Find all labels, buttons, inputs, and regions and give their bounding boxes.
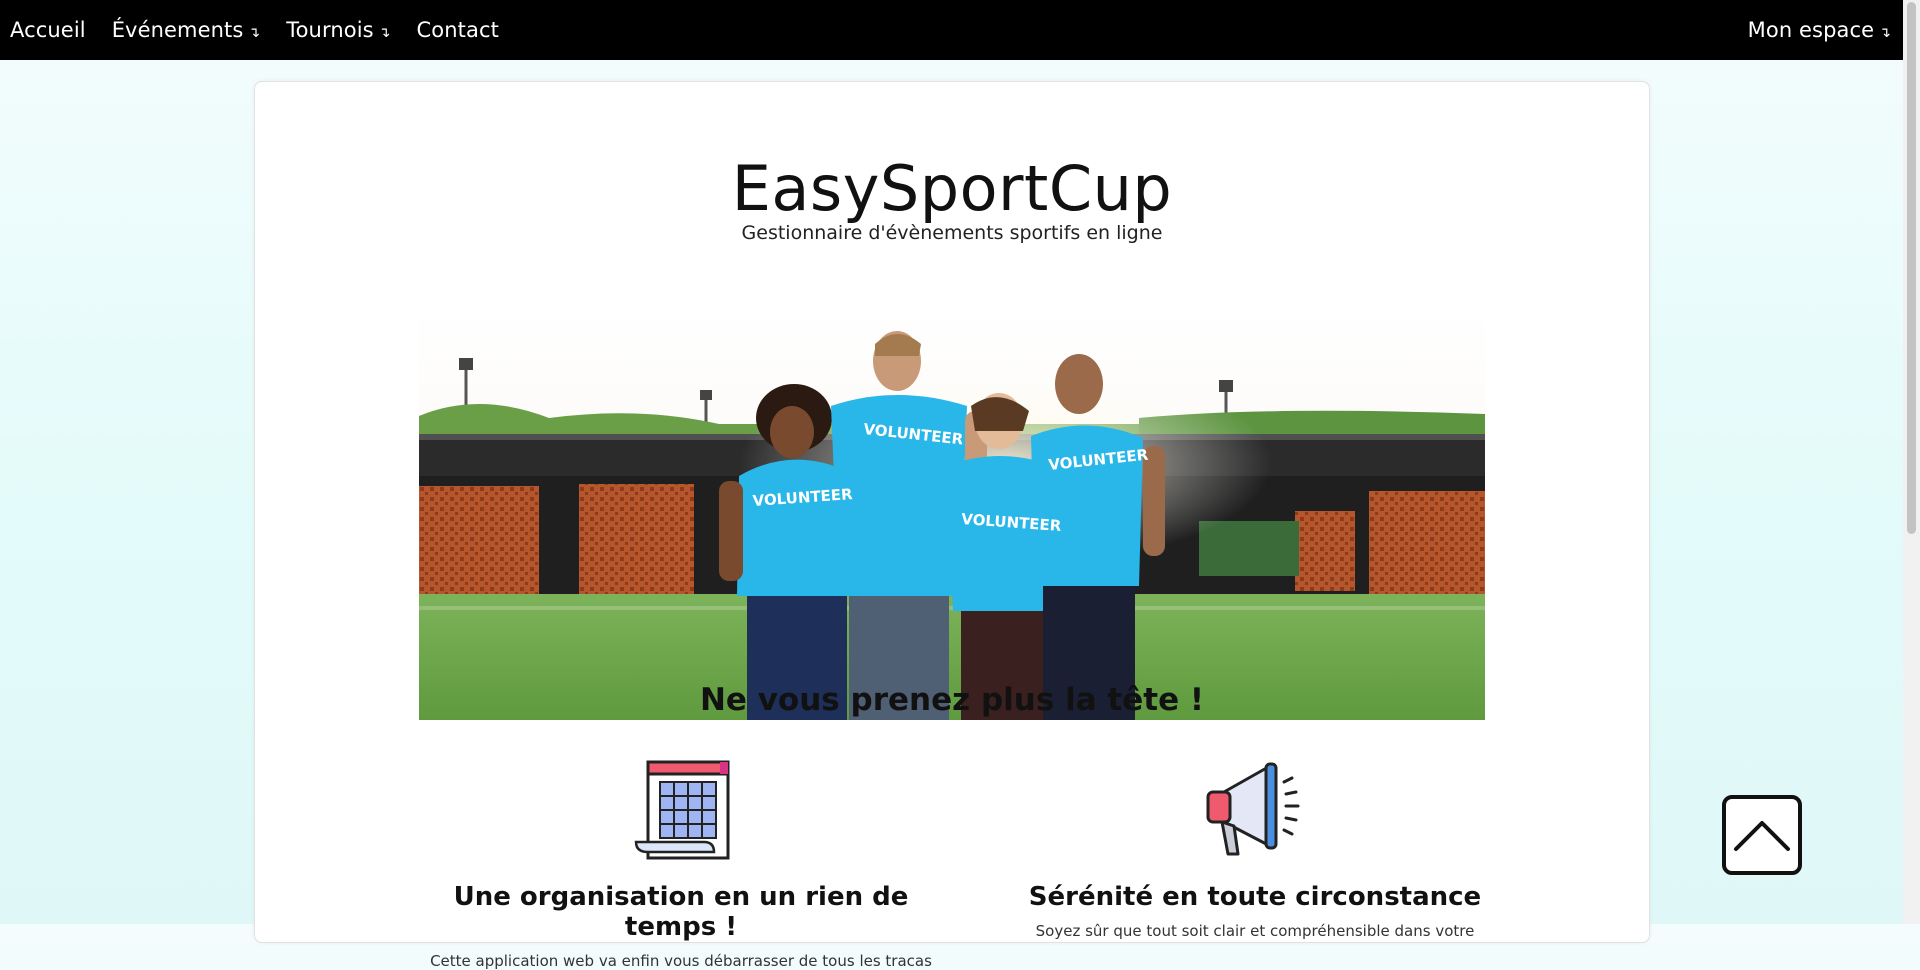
scrollbar-thumb[interactable] [1907, 2, 1916, 534]
page-subtitle: Gestionnaire d'évènements sportifs en li… [741, 222, 1163, 244]
section-title: Ne vous prenez plus la tête ! [699, 682, 1205, 718]
feature-serenity: Sérénité en toute circonstance Soyez sûr… [995, 754, 1515, 940]
feature-organisation: Une organisation en un rien de temps ! C… [421, 754, 941, 970]
hero-image: VOLUNTEER VOLUNTEER VOLUNTEER VOLUNTEER [419, 306, 1485, 720]
feature-organisation-text: Cette application web va enfin vous déba… [430, 952, 932, 970]
main-card: EasySportCup Gestionnaire d'évènements s… [254, 81, 1650, 970]
nav-tournaments-label: Tournois [286, 18, 374, 42]
nav-contact-label: Contact [416, 18, 499, 42]
chevron-up-icon [1734, 821, 1790, 851]
nav-home[interactable]: Accueil [10, 18, 86, 42]
feature-serenity-text: Soyez sûr que tout soit clair et compréh… [1035, 922, 1475, 940]
nav-events[interactable]: Événements ↴ [112, 18, 261, 42]
back-to-top-button[interactable] [1722, 795, 1802, 875]
nav-my-space[interactable]: Mon espace ↴ [1748, 18, 1891, 42]
page-title: EasySportCup [731, 152, 1173, 225]
chevron-down-icon: ↴ [378, 25, 391, 41]
feature-serenity-title: Sérénité en toute circonstance [1028, 882, 1482, 912]
nav-home-label: Accueil [10, 18, 86, 42]
megaphone-icon [1200, 754, 1310, 864]
nav-my-space-label: Mon espace [1747, 18, 1875, 42]
nav-tournaments[interactable]: Tournois ↴ [286, 18, 390, 42]
feature-organisation-title: Une organisation en un rien de temps ! [453, 882, 909, 942]
nav-contact[interactable]: Contact [417, 18, 499, 42]
calendar-icon [626, 754, 736, 864]
page-scrollbar[interactable] [1903, 0, 1920, 924]
nav-events-label: Événements [111, 18, 244, 42]
chevron-down-icon: ↴ [1879, 25, 1891, 41]
top-navigation: Accueil Événements ↴ Tournois ↴ Contact … [0, 0, 1903, 60]
chevron-down-icon: ↴ [248, 25, 261, 41]
